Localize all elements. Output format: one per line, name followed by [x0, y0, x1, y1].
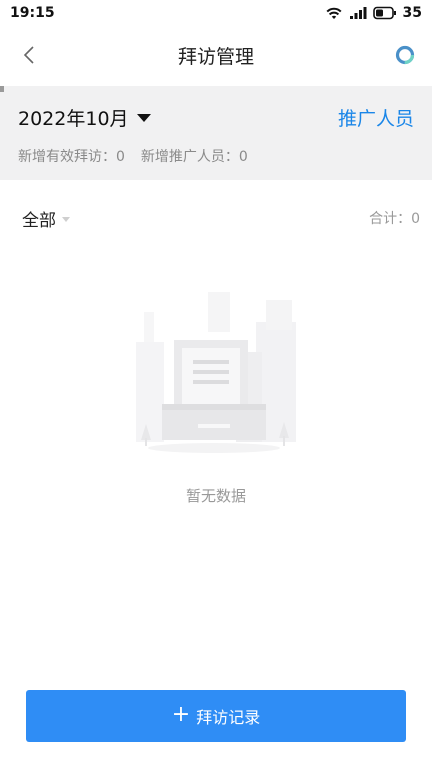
panel-edge-marker	[0, 86, 4, 92]
signal-icon	[349, 7, 367, 19]
stat-new-promoters: 新增推广人员：0	[140, 149, 248, 165]
nav-bar: 拜访管理	[0, 26, 432, 84]
add-visit-record-button[interactable]: + 拜访记录	[26, 690, 406, 742]
plus-icon: +	[171, 701, 191, 727]
stat-new-visits: 新增有效拜访：0	[18, 149, 125, 165]
assistant-ring-icon[interactable]	[394, 44, 416, 66]
page-title: 拜访管理	[177, 45, 254, 68]
caret-down-icon	[136, 113, 151, 122]
battery-icon	[372, 6, 396, 20]
total-count: 合计：0	[369, 211, 420, 227]
scope-value: 全部	[22, 211, 56, 231]
wifi-icon	[325, 7, 342, 19]
promoter-link[interactable]: 推广人员	[338, 104, 414, 131]
empty-state-illustration	[136, 292, 296, 453]
scope-selector[interactable]: 全部	[22, 206, 70, 231]
month-selector[interactable]: 2022年10月	[18, 104, 151, 131]
back-button[interactable]	[16, 42, 42, 68]
empty-state-text: 暂无数据	[185, 487, 246, 505]
month-value: 2022年10月	[18, 108, 129, 130]
battery-level: 35	[402, 5, 422, 21]
stats-row: 新增有效拜访：0 新增推广人员：0	[18, 146, 248, 166]
caret-down-icon	[62, 217, 70, 222]
status-icons: 35	[325, 5, 422, 21]
add-visit-record-label: 拜访记录	[196, 708, 261, 727]
status-time: 19:15	[10, 5, 55, 21]
chevron-left-icon	[23, 46, 34, 64]
status-bar: 19:15 35	[0, 0, 432, 26]
